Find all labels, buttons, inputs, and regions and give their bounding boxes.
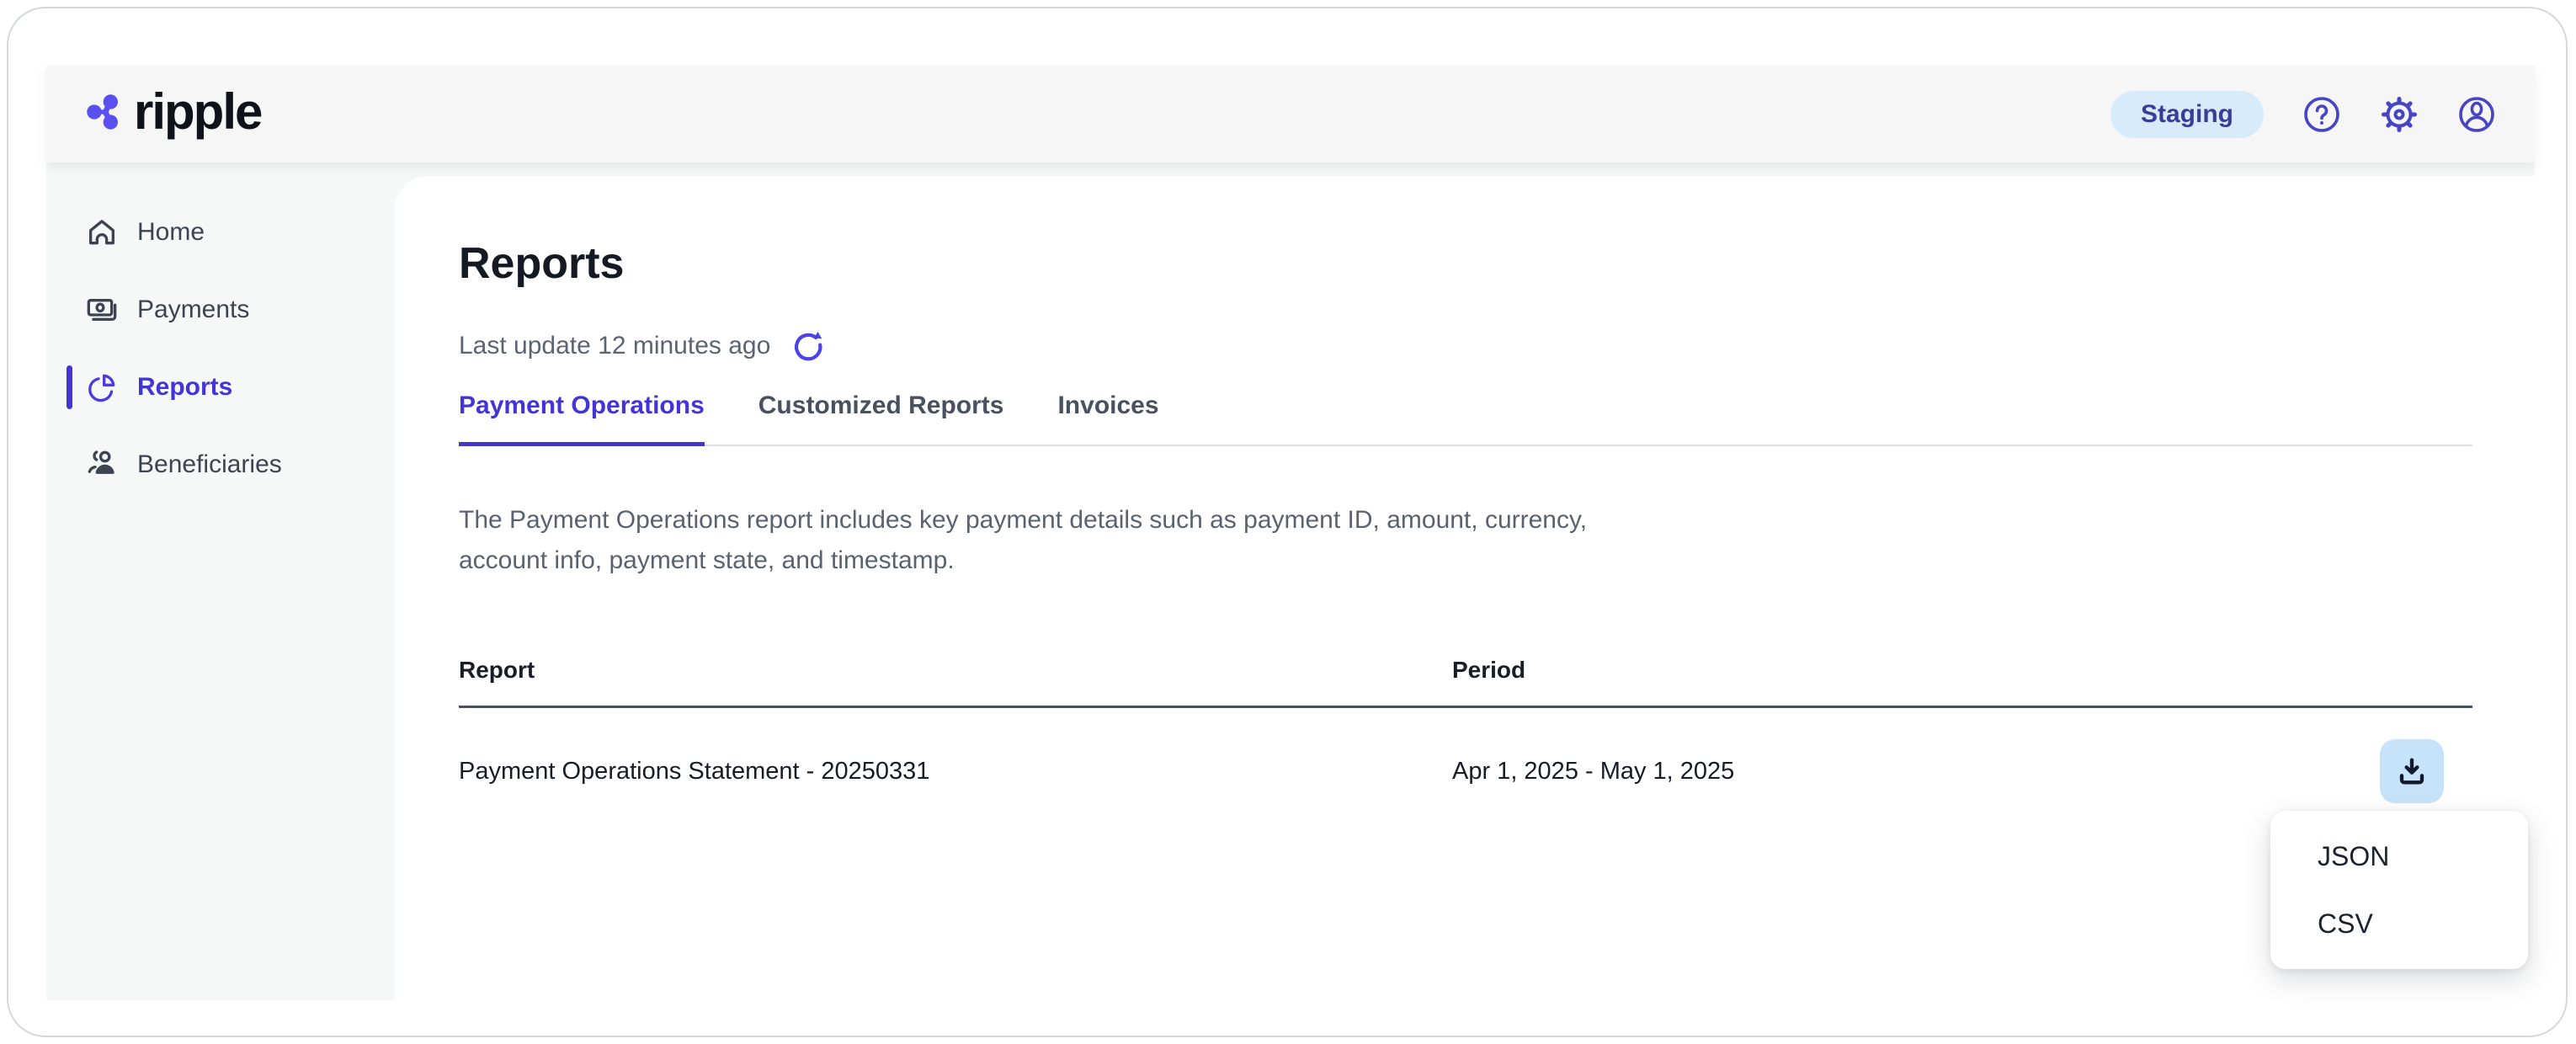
download-button[interactable] bbox=[2380, 739, 2444, 803]
avatar-icon[interactable] bbox=[2457, 95, 2496, 134]
table-header-row: Report Period bbox=[459, 657, 2472, 708]
main-content-panel: Reports Last update 12 minutes ago Payme… bbox=[395, 176, 2535, 1000]
sidebar-item-beneficiaries[interactable]: Beneficiaries bbox=[46, 438, 395, 492]
environment-badge: Staging bbox=[2110, 91, 2264, 138]
download-icon bbox=[2395, 754, 2429, 788]
report-tabs: Payment Operations Customized Reports In… bbox=[459, 390, 2472, 446]
sidebar-item-reports[interactable]: Reports bbox=[46, 360, 395, 414]
page-title: Reports bbox=[459, 240, 2472, 287]
logo-wordmark: ripple bbox=[134, 87, 261, 142]
column-header-period: Period bbox=[1452, 657, 1525, 684]
sidebar-nav: Home Payments bbox=[46, 162, 395, 1000]
ripple-logo: ripple bbox=[85, 87, 261, 142]
tab-description: The Payment Operations report includes k… bbox=[459, 500, 1604, 581]
app-window: ripple Staging bbox=[46, 66, 2535, 1000]
download-format-menu: JSON CSV bbox=[2270, 811, 2528, 969]
reports-pie-icon bbox=[85, 370, 119, 404]
sidebar-item-label: Home bbox=[137, 218, 205, 247]
beneficiaries-icon bbox=[85, 448, 119, 482]
top-header-bar: ripple Staging bbox=[46, 66, 2535, 162]
ripple-logo-icon bbox=[85, 93, 124, 136]
refresh-icon[interactable] bbox=[790, 328, 826, 364]
tab-customized-reports[interactable]: Customized Reports bbox=[758, 390, 1004, 446]
last-update-row: Last update 12 minutes ago bbox=[459, 328, 2472, 365]
tab-invoices[interactable]: Invoices bbox=[1057, 390, 1158, 446]
last-update-text: Last update 12 minutes ago bbox=[459, 332, 770, 360]
browser-card-frame: ripple Staging bbox=[7, 7, 2568, 1037]
help-icon[interactable] bbox=[2302, 95, 2341, 134]
reports-table: Report Period Payment Operations Stateme… bbox=[459, 657, 2472, 834]
report-period-cell: Apr 1, 2025 - May 1, 2025 bbox=[1452, 758, 1734, 786]
table-row: Payment Operations Statement - 20250331 … bbox=[459, 708, 2472, 834]
sidebar-item-label: Payments bbox=[137, 296, 249, 324]
home-icon bbox=[85, 216, 119, 249]
sidebar-item-label: Beneficiaries bbox=[137, 450, 282, 479]
sidebar-item-payments[interactable]: Payments bbox=[46, 283, 395, 337]
report-name-cell: Payment Operations Statement - 20250331 bbox=[459, 758, 1452, 786]
menu-item-csv[interactable]: CSV bbox=[2270, 890, 2528, 957]
sidebar-item-home[interactable]: Home bbox=[46, 205, 395, 259]
payments-icon bbox=[85, 293, 119, 327]
menu-item-json[interactable]: JSON bbox=[2270, 823, 2528, 890]
app-body: Home Payments bbox=[46, 162, 2535, 1000]
tab-payment-operations[interactable]: Payment Operations bbox=[459, 390, 705, 446]
header-actions: Staging bbox=[2110, 91, 2496, 138]
sidebar-item-label: Reports bbox=[137, 373, 232, 402]
column-header-report: Report bbox=[459, 657, 1452, 684]
gear-icon[interactable] bbox=[2380, 95, 2419, 134]
